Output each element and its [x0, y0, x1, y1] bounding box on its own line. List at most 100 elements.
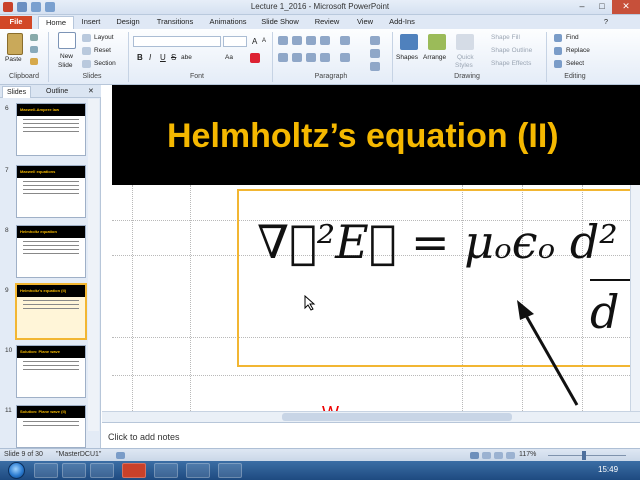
normal-view-icon[interactable]	[470, 452, 479, 459]
tab-file[interactable]: File	[0, 16, 32, 29]
align-center-icon[interactable]	[292, 53, 302, 62]
tab-add-ins[interactable]: Add-Ins	[384, 16, 420, 29]
tab-design[interactable]: Design	[110, 16, 146, 29]
slide-vertical-scrollbar[interactable]	[630, 185, 640, 411]
bold-button[interactable]: B	[137, 53, 143, 62]
quick-styles-label-2[interactable]: Styles	[455, 62, 473, 69]
tab-transitions[interactable]: Transitions	[152, 16, 198, 29]
taskbar-app-icon[interactable]	[154, 463, 178, 478]
taskbar-media-icon[interactable]	[62, 463, 86, 478]
increase-indent-icon[interactable]	[320, 36, 330, 45]
quick-styles-icon[interactable]	[456, 34, 474, 50]
slide-thumbnail-6[interactable]: Maxwell-Ampere law	[16, 103, 86, 156]
decrease-indent-icon[interactable]	[306, 36, 316, 45]
align-right-icon[interactable]	[306, 53, 316, 62]
shape-fill-button[interactable]: Shape Fill	[491, 34, 520, 41]
tab-outline[interactable]: Outline	[42, 86, 72, 98]
close-button[interactable]: ✕	[612, 0, 640, 14]
tab-slides[interactable]: Slides	[2, 86, 32, 98]
strikethrough-button[interactable]: S	[171, 53, 176, 62]
thumbnail-title: Maxwell equations	[17, 166, 85, 178]
paste-icon[interactable]	[7, 33, 23, 55]
helmholtz-equation[interactable]: ∇⃗²E⃗ = μₒϵₒ d²	[257, 215, 618, 269]
align-left-icon[interactable]	[278, 53, 288, 62]
font-color-icon[interactable]	[250, 53, 260, 63]
shapes-button[interactable]: Shapes	[396, 54, 418, 61]
zoom-slider[interactable]	[548, 455, 626, 456]
reset-button[interactable]: Reset	[94, 47, 111, 54]
slide-sorter-icon[interactable]	[482, 452, 491, 459]
tab-view[interactable]: View	[350, 16, 380, 29]
notes-placeholder[interactable]: Click to add notes	[108, 432, 180, 442]
quick-styles-label[interactable]: Quick	[457, 54, 474, 61]
tab-slide-show[interactable]: Slide Show	[256, 16, 304, 29]
slide-title[interactable]: Helmholtz’s equation (II)	[167, 117, 559, 156]
taskbar-browser-icon[interactable]	[90, 463, 114, 478]
zoom-slider-thumb[interactable]	[582, 451, 586, 460]
notes-pane[interactable]: Click to add notes	[102, 422, 640, 448]
zoom-level[interactable]: 117%	[519, 451, 536, 458]
shadow-button[interactable]: abe	[181, 54, 192, 61]
arrange-icon[interactable]	[428, 34, 446, 50]
minimize-button[interactable]: –	[572, 0, 592, 14]
font-size-box[interactable]	[223, 36, 247, 47]
scroll-thumb[interactable]	[282, 413, 512, 421]
underline-button[interactable]: U	[160, 53, 166, 62]
layout-button[interactable]: Layout	[94, 34, 114, 41]
slide-thumbnail-8[interactable]: Helmholtz equation	[16, 225, 86, 278]
tab-animations[interactable]: Animations	[204, 16, 252, 29]
copy-icon[interactable]	[30, 46, 38, 53]
cut-icon[interactable]	[30, 34, 38, 41]
arrange-button[interactable]: Arrange	[423, 54, 446, 61]
thumbnail-title: Helmholtz's equation (II)	[17, 285, 85, 297]
find-button[interactable]: Find	[566, 34, 579, 41]
taskbar-explorer-icon[interactable]	[34, 463, 58, 478]
align-text-icon[interactable]	[370, 49, 380, 58]
panel-scrollbar[interactable]	[88, 99, 99, 431]
slide-thumbnail-9-selected[interactable]: Helmholtz's equation (II)	[15, 283, 87, 340]
tab-home[interactable]: Home	[38, 16, 74, 29]
italic-button[interactable]: I	[149, 53, 151, 62]
shape-effects-button[interactable]: Shape Effects	[491, 60, 531, 67]
slide-thumbnail-10[interactable]: Solution: Plane wave	[16, 345, 86, 398]
maximize-button[interactable]: □	[592, 0, 612, 14]
text-direction-icon[interactable]	[370, 36, 380, 45]
panel-close-button[interactable]: ✕	[84, 86, 98, 98]
justify-icon[interactable]	[320, 53, 330, 62]
bullets-icon[interactable]	[278, 36, 288, 45]
new-slide-label[interactable]: New	[60, 53, 73, 60]
grow-font-button[interactable]: A	[252, 37, 257, 46]
select-button[interactable]: Select	[566, 60, 584, 67]
font-family-box[interactable]	[133, 36, 221, 47]
slide-number: 11	[5, 407, 12, 414]
format-painter-icon[interactable]	[30, 58, 38, 65]
help-icon[interactable]: ?	[600, 16, 612, 29]
change-case-button[interactable]: Aa	[225, 54, 233, 61]
new-slide-icon[interactable]	[58, 32, 76, 49]
new-slide-label-2[interactable]: Slide	[58, 62, 72, 69]
replace-button[interactable]: Replace	[566, 47, 590, 54]
paste-button[interactable]: Paste	[5, 56, 22, 63]
start-button[interactable]	[8, 462, 25, 479]
tab-review[interactable]: Review	[310, 16, 344, 29]
slide-horizontal-scrollbar[interactable]	[102, 411, 640, 422]
shapes-icon[interactable]	[400, 34, 418, 50]
spellcheck-icon[interactable]	[116, 452, 125, 459]
shrink-font-button[interactable]: A	[262, 38, 266, 44]
section-button[interactable]: Section	[94, 60, 116, 67]
smartart-icon[interactable]	[370, 62, 380, 71]
reading-view-icon[interactable]	[494, 452, 503, 459]
shape-outline-button[interactable]: Shape Outline	[491, 47, 532, 54]
taskbar-powerpoint-icon[interactable]	[122, 463, 146, 478]
tab-insert[interactable]: Insert	[76, 16, 106, 29]
numbering-icon[interactable]	[292, 36, 302, 45]
taskbar-app-icon[interactable]	[218, 463, 242, 478]
slide-thumbnail-11[interactable]: Solution: Plane wave (II)	[16, 405, 86, 448]
slideshow-view-icon[interactable]	[506, 452, 515, 459]
line-spacing-icon[interactable]	[340, 36, 350, 45]
taskbar-app-icon[interactable]	[186, 463, 210, 478]
slide-red-text[interactable]: W	[322, 403, 339, 411]
slide-canvas[interactable]: Helmholtz’s equation (II) ∇⃗²E⃗ = μₒϵₒ d…	[102, 85, 640, 411]
columns-icon[interactable]	[340, 53, 350, 62]
slide-thumbnail-7[interactable]: Maxwell equations	[16, 165, 86, 218]
